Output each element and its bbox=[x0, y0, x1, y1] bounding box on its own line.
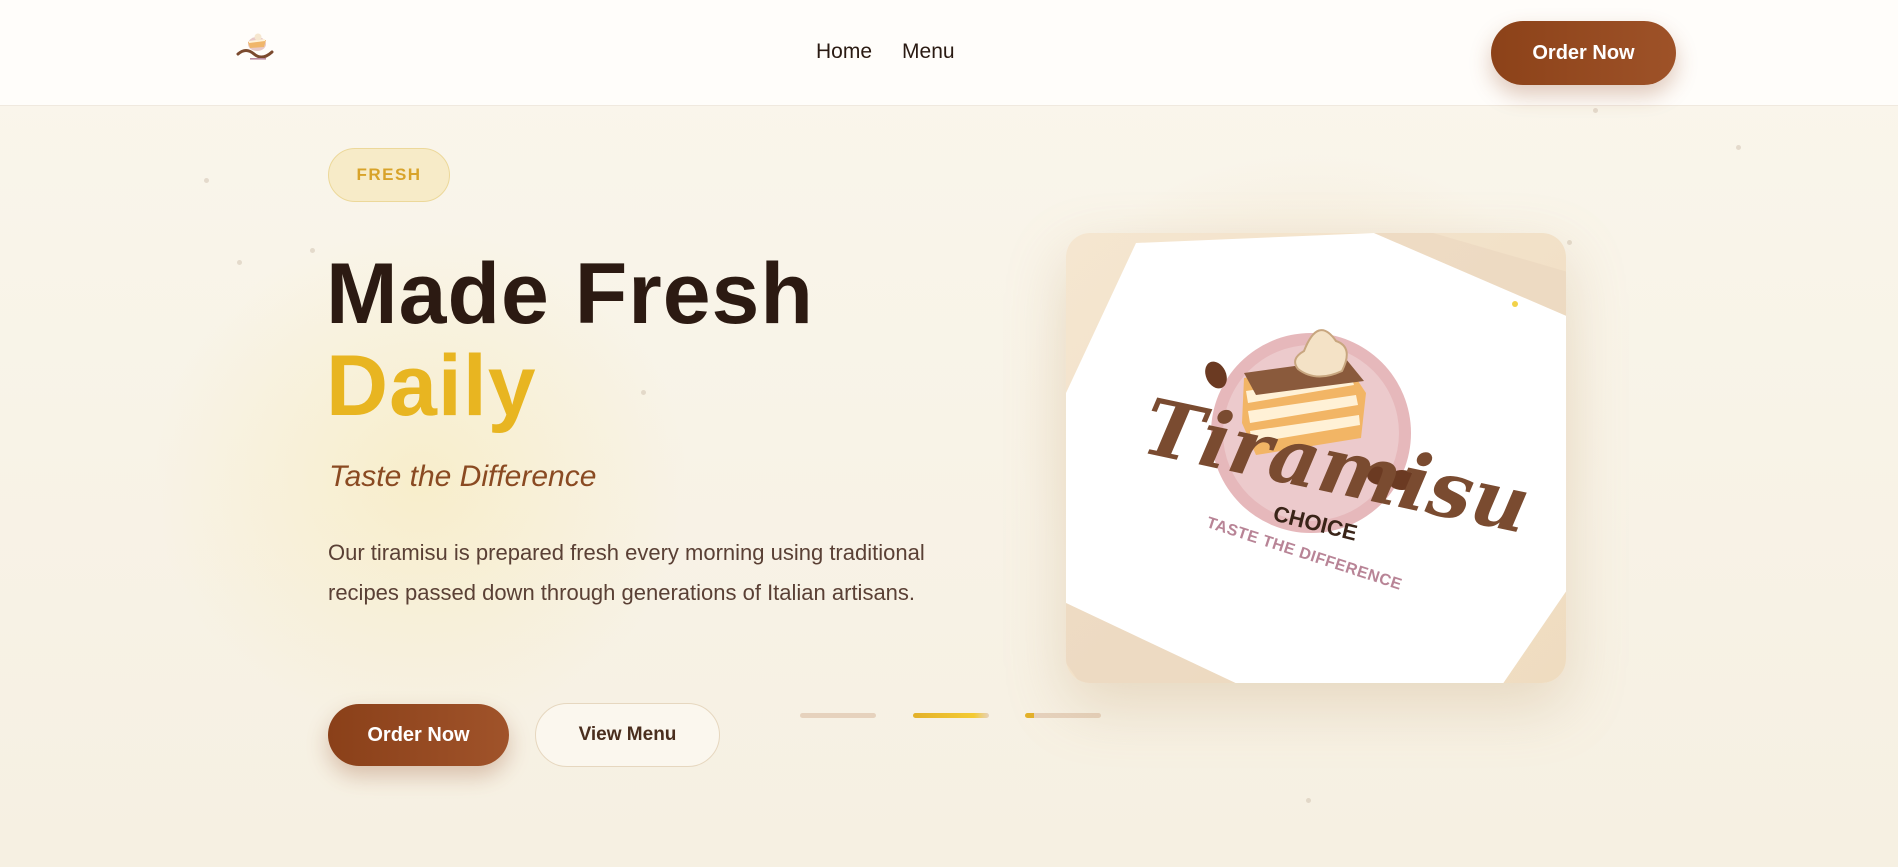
decor-dot bbox=[641, 390, 646, 395]
hero-image-card: Tiramisu CHOICE TASTE THE DIFFERENCE bbox=[1066, 233, 1566, 683]
tiramisu-logo-image: Tiramisu CHOICE TASTE THE DIFFERENCE bbox=[1066, 233, 1566, 683]
decor-dot bbox=[237, 260, 242, 265]
decor-dot bbox=[204, 178, 209, 183]
main-nav: Home Menu bbox=[816, 40, 955, 64]
fresh-badge: FRESH bbox=[328, 148, 450, 202]
hero-description: Our tiramisu is prepared fresh every mor… bbox=[328, 540, 925, 605]
carousel-indicator-3[interactable] bbox=[1025, 713, 1101, 718]
nav-link-home[interactable]: Home bbox=[816, 40, 872, 64]
hero-background bbox=[0, 0, 1898, 867]
hero-order-now-button[interactable]: Order Now bbox=[328, 704, 509, 766]
view-menu-button[interactable]: View Menu bbox=[535, 703, 720, 767]
hero-tagline: Taste the Difference bbox=[329, 460, 597, 493]
decor-dot bbox=[1593, 108, 1598, 113]
hero-title-line2: Daily bbox=[326, 338, 537, 434]
nav-link-menu[interactable]: Menu bbox=[902, 40, 955, 64]
decor-dot bbox=[1306, 798, 1311, 803]
hero-title-line1: Made Fresh bbox=[326, 246, 814, 342]
header-order-now-button[interactable]: Order Now bbox=[1491, 21, 1676, 85]
carousel-indicator-2[interactable] bbox=[913, 713, 989, 718]
tiramisu-logo-icon bbox=[236, 33, 274, 60]
carousel-indicator-1[interactable] bbox=[800, 713, 876, 718]
decor-dot bbox=[1736, 145, 1741, 150]
site-header: Home Menu Order Now bbox=[0, 0, 1898, 106]
decor-dot bbox=[1567, 240, 1572, 245]
brand-logo[interactable] bbox=[234, 30, 280, 66]
decor-dot bbox=[310, 248, 315, 253]
